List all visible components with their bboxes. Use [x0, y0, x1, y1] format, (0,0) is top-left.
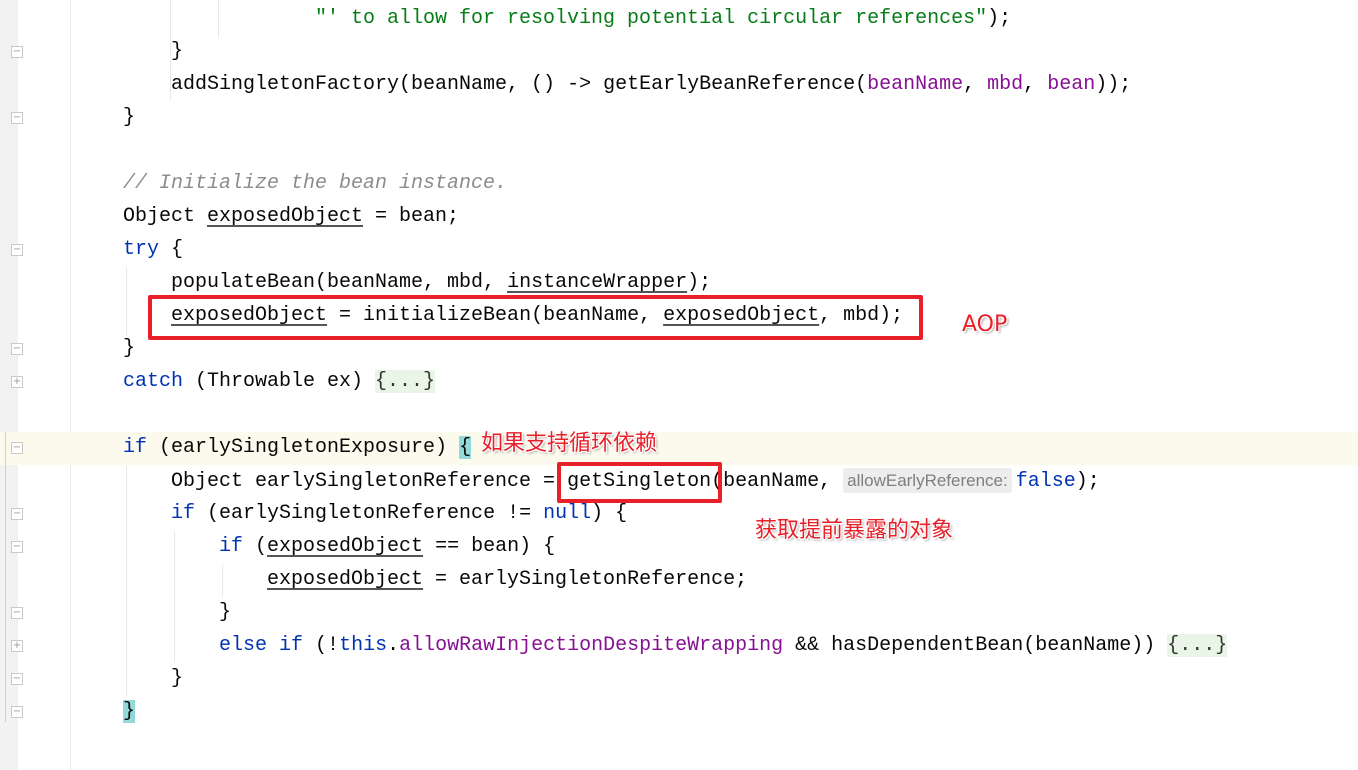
code-token: }: [123, 106, 136, 129]
code-line[interactable]: }: [123, 332, 135, 365]
code-token: addSingletonFactory(beanName, () -> getE…: [171, 73, 868, 96]
collapse-fold-icon[interactable]: −: [11, 541, 23, 553]
code-line[interactable]: if (exposedObject == bean) {: [219, 530, 555, 563]
code-token: (earlySingletonExposure): [147, 436, 460, 459]
code-token: Object: [123, 205, 208, 228]
code-token: "' to allow for resolving potential circ…: [315, 7, 988, 30]
code-token: try: [123, 238, 160, 261]
code-token: catch: [123, 370, 184, 393]
code-token: if: [123, 436, 148, 459]
code-token: else: [219, 634, 268, 657]
expand-fold-icon[interactable]: +: [11, 640, 23, 652]
code-token: );: [987, 7, 1012, 30]
code-token: this: [339, 634, 388, 657]
code-token: exposedObject: [207, 205, 364, 228]
code-token: }: [171, 667, 184, 690]
indent-guide: [174, 532, 175, 662]
code-line[interactable]: try {: [123, 233, 183, 266]
code-token: mbd: [987, 73, 1024, 96]
expand-fold-icon[interactable]: +: [11, 376, 23, 388]
highlight-box-initialize-bean: [148, 295, 923, 340]
indent-guide: [218, 0, 219, 38]
code-line[interactable]: Object exposedObject = bean;: [123, 200, 459, 233]
code-line[interactable]: "' to allow for resolving potential circ…: [315, 2, 1011, 35]
code-token: (!: [303, 634, 340, 657]
code-token: .: [387, 634, 400, 657]
code-token: Object earlySingletonReference = getSing…: [171, 470, 844, 493]
code-token: {: [159, 238, 184, 261]
code-token: = earlySingletonReference;: [423, 568, 748, 591]
code-token: );: [687, 271, 712, 294]
code-token: instanceWrapper: [507, 271, 688, 294]
code-token: // Initialize the bean instance.: [123, 172, 508, 195]
code-token: null: [543, 502, 592, 525]
code-line[interactable]: }: [123, 695, 136, 728]
code-token: ));: [1095, 73, 1132, 96]
code-token: bean: [1047, 73, 1096, 96]
code-token: exposedObject: [267, 535, 424, 558]
collapse-fold-icon[interactable]: −: [11, 442, 23, 454]
change-marker: [5, 432, 6, 722]
collapse-fold-icon[interactable]: −: [11, 508, 23, 520]
collapse-fold-icon[interactable]: −: [11, 112, 23, 124]
code-token: }: [171, 40, 184, 63]
collapse-fold-icon[interactable]: −: [11, 343, 23, 355]
folded-code-block[interactable]: {...}: [375, 370, 436, 393]
code-token: exposedObject: [267, 568, 424, 591]
code-line[interactable]: addSingletonFactory(beanName, () -> getE…: [171, 68, 1131, 101]
collapse-fold-icon[interactable]: −: [11, 46, 23, 58]
indent-guide: [126, 466, 127, 696]
gutter-divider: [70, 0, 71, 770]
code-line[interactable]: }: [123, 101, 135, 134]
code-token: {: [459, 436, 472, 459]
code-token: ,: [1023, 73, 1048, 96]
code-token: }: [123, 337, 136, 360]
code-token: }: [123, 700, 136, 723]
code-line[interactable]: exposedObject = earlySingletonReference;: [267, 563, 747, 596]
code-token: }: [219, 601, 232, 624]
code-token: populateBean(beanName, mbd,: [171, 271, 508, 294]
code-token: (earlySingletonReference !=: [195, 502, 544, 525]
code-line[interactable]: // Initialize the bean instance.: [123, 167, 507, 200]
parameter-hint: allowEarlyReference:: [843, 468, 1012, 493]
code-token: ,: [963, 73, 988, 96]
collapse-fold-icon[interactable]: −: [11, 607, 23, 619]
code-line[interactable]: }: [171, 35, 183, 68]
code-token: if: [279, 634, 304, 657]
code-line[interactable]: else if (!this.allowRawInjectionDespiteW…: [219, 629, 1228, 662]
code-token: && hasDependentBean(beanName)): [783, 634, 1168, 657]
code-token: beanName: [867, 73, 964, 96]
folded-code-block[interactable]: {...}: [1167, 634, 1228, 657]
code-line[interactable]: }: [219, 596, 231, 629]
annotation-circular-support: 如果支持循环依赖: [481, 431, 658, 456]
annotation-aop: AOP: [962, 312, 1008, 337]
code-token: (: [243, 535, 268, 558]
code-token: == bean) {: [423, 535, 556, 558]
code-line[interactable]: }: [171, 662, 183, 695]
indent-guide: [126, 268, 127, 336]
collapse-fold-icon[interactable]: −: [11, 706, 23, 718]
code-token: if: [171, 502, 196, 525]
code-line[interactable]: catch (Throwable ex) {...}: [123, 365, 436, 398]
code-token: (Throwable ex): [183, 370, 376, 393]
code-token: if: [219, 535, 244, 558]
collapse-fold-icon[interactable]: −: [11, 244, 23, 256]
highlight-box-get-singleton: [557, 462, 722, 503]
code-token: );: [1075, 470, 1100, 493]
code-token: = bean;: [363, 205, 460, 228]
collapse-fold-icon[interactable]: −: [11, 673, 23, 685]
indent-guide: [222, 565, 223, 597]
code-token: allowRawInjectionDespiteWrapping: [399, 634, 784, 657]
annotation-get-early-exposed: 获取提前暴露的对象: [755, 518, 954, 543]
code-line[interactable]: if (earlySingletonExposure) {: [123, 431, 472, 464]
code-token: ) {: [591, 502, 628, 525]
code-token: false: [1015, 470, 1076, 493]
